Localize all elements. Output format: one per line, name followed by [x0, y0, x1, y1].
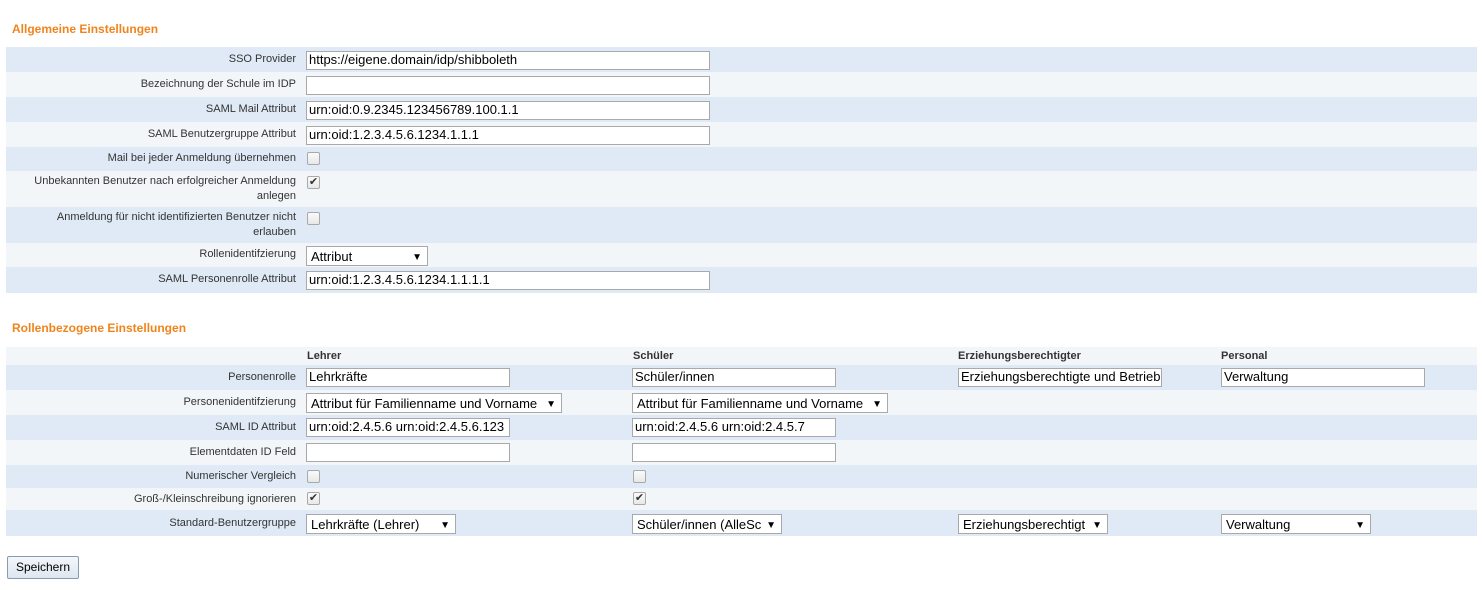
deny-unidentified-label-line1: Anmeldung für nicht identifizierten Benu…	[56, 211, 296, 223]
default-group-label: Standard-Benutzergruppe	[169, 517, 296, 529]
schueler-person-ident-select[interactable]: Attribut für Familienname und Vorname ▼	[632, 393, 888, 413]
person-role-attr-input[interactable]: urn:oid:1.2.3.4.5.6.1234.1.1.1.1	[306, 271, 710, 290]
save-button[interactable]: Speichern	[7, 556, 79, 579]
chevron-down-icon: ▼	[546, 399, 556, 410]
schueler-default-group-value: Schüler/innen (AlleSc	[637, 517, 762, 532]
role-ident-value: Attribut	[311, 249, 353, 264]
erzb-default-group-value: Erziehungsberechtigt	[963, 517, 1086, 532]
schueler-person-ident-value: Attribut für Familienname und Vorname	[637, 396, 864, 411]
schueler-saml-id-input[interactable]: urn:oid:2.4.5.6 urn:oid:2.4.5.7	[632, 418, 836, 437]
mail-attr-label: SAML Mail Attribut	[205, 103, 296, 115]
check-icon: ✔	[308, 492, 319, 504]
person-role-label: Personenrolle	[228, 371, 296, 383]
schueler-element-id-input[interactable]	[632, 443, 836, 462]
numeric-label: Numerischer Vergleich	[185, 470, 296, 482]
schueler-default-group-select[interactable]: Schüler/innen (AlleSc ▼	[632, 514, 782, 534]
create-unknown-label-line1: Unbekannten Benutzer nach erfolgreicher …	[34, 175, 296, 187]
school-name-input[interactable]	[306, 76, 710, 95]
personal-default-group-value: Verwaltung	[1226, 517, 1291, 532]
personal-person-role-input[interactable]: Verwaltung	[1221, 368, 1425, 387]
group-attr-input[interactable]: urn:oid:1.2.3.4.5.6.1234.1.1.1	[306, 126, 710, 145]
mail-each-login-checkbox[interactable]	[307, 152, 320, 165]
person-ident-label: Personenidentifzierung	[183, 396, 296, 408]
lehrer-default-group-select[interactable]: Lehrkräfte (Lehrer) ▼	[306, 514, 456, 534]
school-name-label: Bezeichnung der Schule im IDP	[140, 78, 296, 90]
chevron-down-icon: ▼	[872, 399, 882, 410]
section-title-general: Allgemeine Einstellungen	[12, 22, 159, 36]
chevron-down-icon: ▼	[440, 520, 450, 531]
schueler-ignore-case-checkbox[interactable]: ✔	[633, 492, 646, 505]
chevron-down-icon: ▼	[1355, 520, 1365, 531]
chevron-down-icon: ▼	[412, 252, 422, 263]
lehrer-person-role-input[interactable]: Lehrkräfte	[306, 368, 510, 387]
erzb-default-group-select[interactable]: Erziehungsberechtigt ▼	[958, 514, 1108, 534]
lehrer-person-ident-value: Attribut für Familienname und Vorname	[311, 396, 538, 411]
column-header-erziehungsberechtigter: Erziehungsberechtigter	[958, 350, 1081, 362]
lehrer-element-id-input[interactable]	[306, 443, 510, 462]
schueler-person-role-input[interactable]: Schüler/innen	[632, 368, 836, 387]
person-role-attr-label: SAML Personenrolle Attribut	[158, 273, 296, 285]
chevron-down-icon: ▼	[766, 520, 776, 531]
personal-default-group-select[interactable]: Verwaltung ▼	[1221, 514, 1371, 534]
deny-unidentified-checkbox[interactable]	[307, 212, 320, 225]
lehrer-person-ident-select[interactable]: Attribut für Familienname und Vorname ▼	[306, 393, 562, 413]
create-unknown-label: Unbekannten Benutzer nach erfolgreicher …	[6, 174, 296, 204]
mail-attr-input[interactable]: urn:oid:0.9.2345.123456789.100.1.1	[306, 101, 710, 120]
role-ident-select[interactable]: Attribut ▼	[306, 246, 428, 266]
lehrer-numeric-checkbox[interactable]	[307, 470, 320, 483]
lehrer-ignore-case-checkbox[interactable]: ✔	[307, 492, 320, 505]
sso-provider-label: SSO Provider	[228, 53, 296, 65]
create-unknown-checkbox[interactable]: ✔	[307, 176, 320, 189]
column-header-personal: Personal	[1221, 350, 1268, 362]
create-unknown-label-line2: anlegen	[256, 190, 296, 202]
mail-each-login-label: Mail bei jeder Anmeldung übernehmen	[107, 152, 296, 164]
element-id-label: Elementdaten ID Feld	[189, 446, 296, 458]
sso-provider-input[interactable]: https://eigene.domain/idp/shibboleth	[306, 51, 710, 70]
section-title-roles: Rollenbezogene Einstellungen	[12, 321, 187, 335]
deny-unidentified-label: Anmeldung für nicht identifizierten Benu…	[6, 210, 296, 240]
erzb-person-role-input[interactable]: Erziehungsberechtigte und Betrieb	[958, 368, 1162, 387]
lehrer-saml-id-input[interactable]: urn:oid:2.4.5.6 urn:oid:2.4.5.6.123	[306, 418, 510, 437]
check-icon: ✔	[634, 492, 645, 504]
schueler-numeric-checkbox[interactable]	[633, 470, 646, 483]
column-header-lehrer: Lehrer	[307, 350, 342, 362]
group-attr-label: SAML Benutzergruppe Attribut	[147, 128, 296, 140]
check-icon: ✔	[308, 176, 319, 188]
lehrer-default-group-value: Lehrkräfte (Lehrer)	[311, 517, 420, 532]
role-ident-label: Rollenidentifzierung	[199, 248, 296, 260]
ignore-case-label: Groß-/Kleinschreibung ignorieren	[133, 493, 296, 505]
saml-id-label: SAML ID Attribut	[215, 421, 296, 433]
deny-unidentified-label-line2: erlauben	[253, 226, 296, 238]
chevron-down-icon: ▼	[1092, 520, 1102, 531]
column-header-schueler: Schüler	[633, 350, 674, 362]
